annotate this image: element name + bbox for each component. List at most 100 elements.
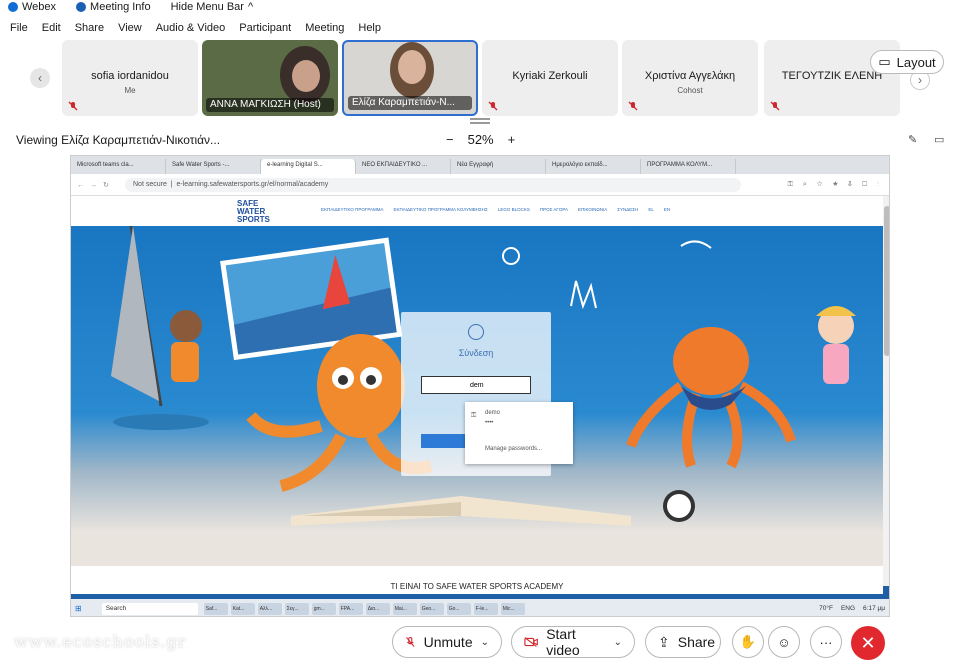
windows-start-icon[interactable]: ⊞ <box>75 604 82 613</box>
browser-tab[interactable]: ΝΕΟ ΕΚΠΑΙΔΕΥΤΙΚΟ ... <box>356 159 451 174</box>
site-nav-item[interactable]: ΕΚΠΑΙΔΕΥΤΙΚΟ ΠΡΟΓΡΑΜΜΑ <box>321 207 384 212</box>
chevron-down-icon[interactable]: ⌄ <box>481 637 489 648</box>
site-nav-item[interactable]: ΕΠΙΚΟΙΝΩΝΙΑ <box>578 207 607 212</box>
saved-username[interactable]: demo <box>485 410 500 416</box>
browser-tab[interactable]: Ημερολόγιο εκπαίδ... <box>546 159 641 174</box>
participant-role: Me <box>124 86 136 95</box>
participant-name: Ελίζα Καραμπετιάν-Ν... <box>348 96 472 110</box>
layout-button[interactable]: ▭ Layout <box>870 50 944 74</box>
taskbar-app[interactable]: Mai... <box>392 602 417 615</box>
taskbar-app[interactable]: Σεγ... <box>284 602 309 615</box>
hide-menu-bar-button[interactable]: Hide Menu Bar ^ <box>171 1 254 13</box>
taskbar-app[interactable]: Go... <box>446 602 471 615</box>
site-nav-item[interactable]: EN <box>664 207 670 212</box>
browser-tab-active[interactable]: e-learning Digital S... <box>261 159 356 174</box>
participant-role: Cohost <box>677 86 703 95</box>
zoom-out-button[interactable]: − <box>446 132 454 147</box>
participant-tile-sofia[interactable]: sofia iordanidou Me <box>62 40 198 116</box>
muted-mic-icon <box>406 636 415 647</box>
menu-share[interactable]: Share <box>75 22 104 34</box>
user-icon <box>468 324 484 340</box>
taskbar-app[interactable]: F-le... <box>473 602 498 615</box>
share-icon: ⇪ <box>658 633 670 650</box>
popout-icon[interactable]: ▭ <box>934 133 948 146</box>
site-nav-item[interactable]: ΣΥΝΔΕΣΗ <box>617 207 638 212</box>
resize-grabber[interactable] <box>470 118 490 124</box>
browser-tab[interactable]: Safe Water Sports -... <box>166 159 261 174</box>
taskbar-search[interactable]: Search <box>101 602 198 615</box>
browser-toolbar-icons[interactable]: ⚿ ⌕ ☆ ★ ⇩ ▢ ⋮ <box>741 181 889 189</box>
clock[interactable]: 6:17 μμ <box>863 605 885 612</box>
scrollbar-thumb[interactable] <box>884 206 889 356</box>
taskbar-app[interactable]: gm... <box>311 602 336 615</box>
site-nav-item[interactable]: ΠΡΟΣ ΑΓΟΡΑ <box>540 207 568 212</box>
menu-help[interactable]: Help <box>358 22 381 34</box>
scroll-left-button[interactable]: ‹ <box>30 68 50 88</box>
participant-tile-eliza[interactable]: Ελίζα Καραμπετιάν-Ν... <box>342 40 478 116</box>
participant-tile-christina[interactable]: Χριστίνα Αγγελάκη Cohost <box>622 40 758 116</box>
viewing-bar: Viewing Ελίζα Καραμπετιάν-Νικοτιάν... − … <box>0 128 960 152</box>
participant-tile-kyriaki[interactable]: Kyriaki Zerkouli <box>482 40 618 116</box>
taskbar-app[interactable]: Αλλ... <box>257 602 282 615</box>
leave-meeting-button[interactable]: ✕ <box>851 626 885 660</box>
participant-face <box>292 60 320 92</box>
taskbar-app[interactable]: Kat... <box>230 602 255 615</box>
taskbar-app[interactable]: Saf... <box>203 602 228 615</box>
chevron-down-icon[interactable]: ⌄ <box>614 637 622 648</box>
share-button[interactable]: ⇪ Share <box>645 626 721 658</box>
hand-icon: ✋ <box>739 634 757 649</box>
shield-icon <box>76 2 87 12</box>
menu-file[interactable]: File <box>10 22 28 34</box>
webex-app-menu[interactable]: Webex <box>8 1 56 13</box>
raise-hand-button[interactable]: ✋ <box>732 626 764 658</box>
browser-tab[interactable]: Microsoft teams cla... <box>71 159 166 174</box>
windows-taskbar: ⊞ Search Saf... Kat... Αλλ... Σεγ... gm.… <box>71 599 889 616</box>
menu-bar: File Edit Share View Audio & Video Parti… <box>0 18 960 38</box>
meeting-info-button[interactable]: Meeting Info <box>76 1 151 13</box>
more-icon: ··· <box>819 634 833 650</box>
site-nav-item[interactable]: LEGO BLOCKS <box>498 207 530 212</box>
weather-temp[interactable]: 70°F <box>819 605 833 612</box>
hide-menu-bar-label: Hide Menu Bar <box>170 1 244 13</box>
start-video-label: Start video <box>546 626 580 658</box>
annotate-icon[interactable]: ✎ <box>908 133 922 146</box>
webex-logo-icon <box>8 2 18 12</box>
browser-tab[interactable]: ΠΡΟΓΡΑΜΜΑ ΚΟΛΥΜ... <box>641 159 736 174</box>
start-video-button[interactable]: Start video ⌄ <box>511 626 635 658</box>
browser-nav-icons[interactable]: ←→↻ <box>71 181 125 189</box>
zoom-value: 52% <box>467 132 494 147</box>
taskbar-app[interactable]: Δια... <box>365 602 390 615</box>
participant-name: sofia iordanidou <box>91 70 169 82</box>
menu-audio-video[interactable]: Audio & Video <box>156 22 226 34</box>
manage-passwords-link[interactable]: Manage passwords... <box>485 446 542 452</box>
site-nav-item[interactable]: ΕΚΠΑΙΔΕΥΤΙΚΟ ΠΡΟΓΡΑΜΜΑ ΚΟΛΥΜΒΗΣΗΣ <box>394 207 488 212</box>
participant-name: ΑΝΝΑ ΜΑΓΚΙΩΣΗ (Host) <box>206 98 334 112</box>
menu-view[interactable]: View <box>118 22 142 34</box>
site-nav-item[interactable]: EL <box>648 207 654 212</box>
login-title: Σύνδεση <box>401 348 551 358</box>
participant-tile-anna[interactable]: ΑΝΝΑ ΜΑΓΚΙΩΣΗ (Host) <box>202 40 338 116</box>
site-logo: SAFE WATER SPORTS <box>237 200 270 224</box>
unmute-button[interactable]: Unmute ⌄ <box>392 626 502 658</box>
menu-meeting[interactable]: Meeting <box>305 22 344 34</box>
zoom-in-button[interactable]: + <box>508 132 516 147</box>
taskbar-app[interactable]: FPA... <box>338 602 363 615</box>
shared-screen: Microsoft teams cla... Safe Water Sports… <box>70 155 890 617</box>
language-indicator[interactable]: ENG <box>841 605 855 612</box>
layout-icon: ▭ <box>878 54 891 69</box>
logo-line: SPORTS <box>237 215 270 224</box>
reactions-button[interactable]: ☺ <box>768 626 800 658</box>
browser-tab[interactable]: Νέα Εγγραφή <box>451 159 546 174</box>
menu-edit[interactable]: Edit <box>42 22 61 34</box>
unmute-label: Unmute <box>423 634 473 650</box>
video-off-icon <box>524 637 538 647</box>
menu-participant[interactable]: Participant <box>239 22 291 34</box>
url-field[interactable]: Not secure | e-learning.safewatersports.… <box>125 177 741 192</box>
site-header: SAFE WATER SPORTS ΕΚΠΑΙΔΕΥΤΙΚΟ ΠΡΟΓΡΑΜΜΑ… <box>71 196 889 226</box>
username-input[interactable] <box>421 376 531 394</box>
key-icon: ⚿ <box>471 412 477 419</box>
taskbar-app[interactable]: Geo... <box>419 602 444 615</box>
more-options-button[interactable]: ··· <box>810 626 842 658</box>
taskbar-app[interactable]: Mic... <box>500 602 525 615</box>
page-scrollbar[interactable] <box>883 196 889 586</box>
